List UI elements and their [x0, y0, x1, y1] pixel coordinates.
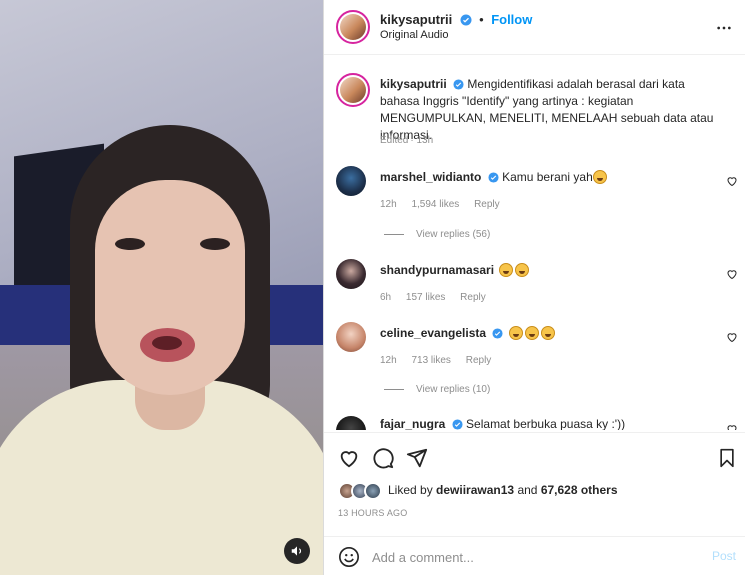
comment-username[interactable]: celine_evangelista — [380, 326, 486, 340]
comment-likes[interactable]: 1,594 likes — [411, 199, 459, 210]
like-heart-icon[interactable] — [726, 423, 738, 430]
grin-emoji-icon — [515, 263, 530, 277]
post-header: kikysaputrii • Follow Original Audio — [324, 0, 745, 55]
liked-by-text: Liked by dewiirawan13 and 67,628 others — [388, 483, 618, 497]
comment-body: marshel_widianto Kamu berani yah — [380, 170, 609, 184]
reply-button[interactable]: Reply — [460, 292, 486, 303]
follow-button[interactable]: Follow — [491, 12, 532, 27]
comment-meta: 6h 157 likes Reply — [380, 292, 498, 303]
liked-by-and: and — [517, 483, 538, 497]
like-heart-icon[interactable] — [726, 175, 738, 187]
verified-badge-icon — [453, 79, 464, 90]
reply-button[interactable]: Reply — [474, 199, 500, 210]
edited-label: Edited — [380, 135, 409, 146]
comment-time: 12h — [380, 355, 397, 366]
caption-time: 13h — [416, 135, 434, 146]
comment-likes[interactable]: 713 likes — [411, 355, 450, 366]
video-person-mouth — [140, 328, 195, 362]
commenter-avatar[interactable] — [336, 259, 366, 289]
video-person-eye-left — [115, 238, 145, 250]
liked-by-avatars — [338, 482, 386, 500]
liked-by[interactable]: Liked by dewiirawan13 and 67,628 others — [324, 478, 745, 502]
more-options-icon[interactable] — [716, 20, 732, 36]
caption-meta: Edited · 13h — [380, 135, 434, 146]
caption-avatar[interactable] — [336, 73, 370, 107]
comment-body: celine_evangelista — [380, 326, 557, 340]
post-time[interactable]: 13 HOURS AGO — [338, 508, 407, 518]
bookmark-icon[interactable] — [717, 447, 737, 469]
comment-body: fajar_nugra Selamat berbuka puasa ky :')… — [380, 417, 625, 430]
post-comment-button[interactable]: Post — [712, 549, 736, 563]
liked-by-others[interactable]: 67,628 others — [541, 483, 618, 497]
comment-username[interactable]: marshel_widianto — [380, 170, 481, 184]
verified-badge-icon — [492, 328, 503, 339]
commenter-avatar[interactable] — [336, 416, 366, 430]
comment-input[interactable] — [372, 547, 692, 567]
comment-meta: 12h 713 likes Reply — [380, 355, 503, 366]
view-replies-label: View replies (10) — [416, 384, 491, 395]
grin-emoji-icon — [508, 326, 523, 340]
video-person-face — [95, 180, 245, 395]
audio-label[interactable]: Original Audio — [380, 29, 449, 41]
comment-time: 12h — [380, 199, 397, 210]
view-replies-label: View replies (56) — [416, 229, 491, 240]
like-heart-icon[interactable] — [726, 268, 738, 280]
comment-text: Selamat berbuka puasa ky :')) — [466, 417, 626, 430]
comment-likes[interactable]: 157 likes — [406, 292, 445, 303]
comment-meta: 12h 1,594 likes Reply — [380, 199, 512, 210]
comment-time: 6h — [380, 292, 392, 303]
comments-list[interactable]: kikysaputrii Mengidentifikasi adalah ber… — [324, 56, 745, 430]
audio-toggle-button[interactable] — [284, 538, 310, 564]
liked-by-prefix: Liked by — [388, 483, 433, 497]
share-paper-plane-icon[interactable] — [406, 447, 428, 469]
view-replies-button[interactable]: View replies (10) — [384, 384, 490, 395]
liker-avatar — [364, 482, 382, 500]
add-comment-bar: Post — [324, 536, 745, 575]
verified-badge-icon — [488, 172, 499, 183]
post-side-panel: kikysaputrii • Follow Original Audio kik… — [323, 0, 745, 575]
commenter-avatar[interactable] — [336, 322, 366, 352]
author-username[interactable]: kikysaputrii — [380, 12, 452, 27]
grin-emoji-icon — [524, 326, 539, 340]
like-heart-icon[interactable] — [726, 331, 738, 343]
commenter-avatar[interactable] — [336, 166, 366, 196]
comment-username[interactable]: shandypurnamasari — [380, 263, 494, 277]
comment-text: Kamu berani yah — [502, 170, 593, 184]
action-bar — [324, 432, 745, 482]
author-avatar[interactable] — [336, 10, 370, 44]
speaker-icon — [291, 546, 302, 556]
caption: kikysaputrii Mengidentifikasi adalah ber… — [380, 76, 725, 144]
liked-by-user[interactable]: dewiirawan13 — [436, 483, 514, 497]
comment-body: shandypurnamasari — [380, 263, 531, 277]
view-replies-button[interactable]: View replies (56) — [384, 229, 490, 240]
comment-username[interactable]: fajar_nugra — [380, 417, 445, 430]
verified-badge-icon — [452, 419, 463, 430]
grin-emoji-icon — [499, 263, 514, 277]
post-video[interactable] — [0, 0, 323, 575]
comment-bubble-icon[interactable] — [372, 447, 394, 469]
author-line: kikysaputrii • Follow — [380, 11, 532, 29]
like-heart-icon[interactable] — [338, 447, 360, 469]
grin-emoji-icon — [592, 170, 607, 184]
emoji-picker-icon[interactable] — [338, 546, 360, 568]
caption-username[interactable]: kikysaputrii — [380, 77, 447, 91]
reply-button[interactable]: Reply — [466, 355, 492, 366]
dot-separator: • — [479, 12, 484, 27]
grin-emoji-icon — [540, 326, 555, 340]
video-person-eye-right — [200, 238, 230, 250]
verified-badge-icon — [460, 14, 472, 26]
